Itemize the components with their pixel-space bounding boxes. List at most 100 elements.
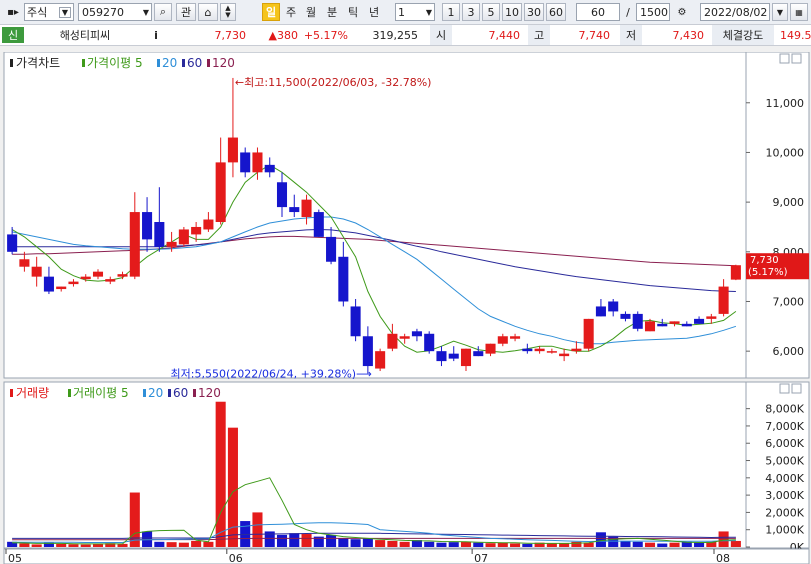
candle-body xyxy=(31,266,42,277)
volume-bar xyxy=(80,544,91,547)
volume-bar xyxy=(620,540,631,547)
volume-legend-ma-60: 60 xyxy=(173,386,188,400)
date-input[interactable]: 2022/08/02 xyxy=(700,3,770,21)
period-month[interactable]: 월 xyxy=(302,3,320,21)
code-input[interactable]: 059270 ▼ xyxy=(78,3,152,21)
period-tick[interactable]: 틱 xyxy=(344,3,362,21)
candle-body xyxy=(424,333,435,352)
legend-marker xyxy=(168,389,171,397)
candle-body xyxy=(375,351,386,369)
candle-body xyxy=(338,256,349,302)
candle-body xyxy=(301,199,312,218)
candle-body xyxy=(595,306,606,317)
candle-body xyxy=(227,137,238,163)
updown-stepper[interactable]: ▲ ▼ xyxy=(220,3,236,21)
candle-body xyxy=(632,313,643,329)
volume-bar xyxy=(326,534,337,547)
price-pane-bg xyxy=(3,52,810,379)
calendar-icon[interactable]: ▼ xyxy=(772,3,788,21)
volume-bar xyxy=(362,538,373,547)
chart-area: 11,00010,0009,0008,0007,0006,000가격차트 가격이평… xyxy=(3,52,810,564)
unit-30-button[interactable]: 30 xyxy=(524,3,544,21)
unit-1-button[interactable]: 1 xyxy=(442,3,460,21)
legend-marker xyxy=(182,59,185,67)
x-tick-label: 07 xyxy=(474,552,488,564)
period-year[interactable]: 년 xyxy=(365,3,383,21)
unit-60-button[interactable]: 60 xyxy=(546,3,566,21)
price-tick-label: 10,000 xyxy=(766,146,805,159)
search-button[interactable]: ⌕ xyxy=(154,3,172,21)
price-legend-ma-120: 120 xyxy=(212,56,235,70)
strength-value: 149.5 xyxy=(780,28,811,42)
candle-body xyxy=(129,212,140,277)
low-value: 7,430 xyxy=(672,28,705,42)
last-price-label: 7,730 xyxy=(750,255,779,266)
search-icon: ⌕ xyxy=(159,5,167,18)
maximize-icon xyxy=(779,53,790,64)
candle-body xyxy=(276,182,288,208)
candle-body xyxy=(644,321,656,332)
candle-body xyxy=(43,276,54,292)
legend-marker xyxy=(82,59,85,67)
pin-icon[interactable]: ▪▸ xyxy=(2,3,24,21)
unit-5-button[interactable]: 5 xyxy=(482,3,500,21)
candle-body xyxy=(56,286,67,290)
home-icon: ⌂ xyxy=(204,5,212,19)
candle-body xyxy=(166,241,177,247)
count-input-value: 60 xyxy=(591,5,605,19)
volume-bar xyxy=(424,541,435,547)
volume-bar xyxy=(399,541,410,547)
volume-bar xyxy=(669,542,680,547)
volume-bar xyxy=(436,542,447,547)
candle-body xyxy=(620,313,631,319)
candle-body xyxy=(473,351,484,357)
unit-10-button[interactable]: 10 xyxy=(502,3,522,21)
legend-marker xyxy=(10,59,13,67)
market-select[interactable]: 주식 ▼ xyxy=(24,3,74,21)
legend-marker xyxy=(193,389,196,397)
volume-bar xyxy=(375,540,386,547)
volume-bar xyxy=(522,543,533,547)
high-label: 고 xyxy=(528,25,550,45)
volume-legend-ma-120: 120 xyxy=(198,386,221,400)
candle-body xyxy=(264,164,275,173)
volume-bar xyxy=(448,542,459,547)
x-tick-label: 06 xyxy=(229,552,243,564)
gwan-button[interactable]: 관 xyxy=(176,3,196,21)
volume-bar xyxy=(694,542,705,547)
annotation-high: ←최고:11,500(2022/06/03, -32.78%) xyxy=(235,76,432,89)
volume-bar xyxy=(252,512,263,547)
info-button[interactable]: i xyxy=(146,25,166,45)
candle-body xyxy=(497,336,508,344)
volume-bar xyxy=(510,543,521,547)
candle-body xyxy=(559,353,570,357)
unit-3-button[interactable]: 3 xyxy=(462,3,480,21)
candle-body xyxy=(460,348,472,367)
candle-body xyxy=(657,323,668,327)
candle-body xyxy=(80,276,91,280)
stock-name: 해성티피씨 xyxy=(59,29,111,42)
count-input[interactable]: 60 xyxy=(576,3,620,21)
close-icon xyxy=(791,383,802,394)
total-input[interactable]: 1500 xyxy=(636,3,670,21)
price-legend-ma-20: 20 xyxy=(162,56,177,70)
x-tick-label: 05 xyxy=(8,552,22,564)
settings-icon[interactable]: ⚙ xyxy=(674,3,690,21)
calendar-button[interactable]: ▦ xyxy=(790,3,808,21)
scroll-button[interactable]: ⌂ xyxy=(198,3,218,21)
volume-bar xyxy=(632,541,643,547)
period-week[interactable]: 주 xyxy=(282,3,300,21)
info-bar: 신 해성티피씨 i 7,730 ▲380 +5.17% 319,255 시 7,… xyxy=(0,25,811,46)
candle-body xyxy=(522,348,533,352)
legend-marker xyxy=(68,389,71,397)
candle-body xyxy=(706,316,717,319)
candle-body xyxy=(534,348,545,352)
period-day[interactable]: 일 xyxy=(262,3,280,21)
candle-body xyxy=(105,279,116,282)
volume-value: 319,255 xyxy=(372,28,419,42)
period-minute[interactable]: 분 xyxy=(323,3,341,21)
volume-tick-label: 6,000K xyxy=(765,437,804,450)
volume-bar xyxy=(178,542,189,547)
unit-select[interactable]: 1 ▼ xyxy=(395,3,435,21)
volume-bar xyxy=(338,538,349,547)
